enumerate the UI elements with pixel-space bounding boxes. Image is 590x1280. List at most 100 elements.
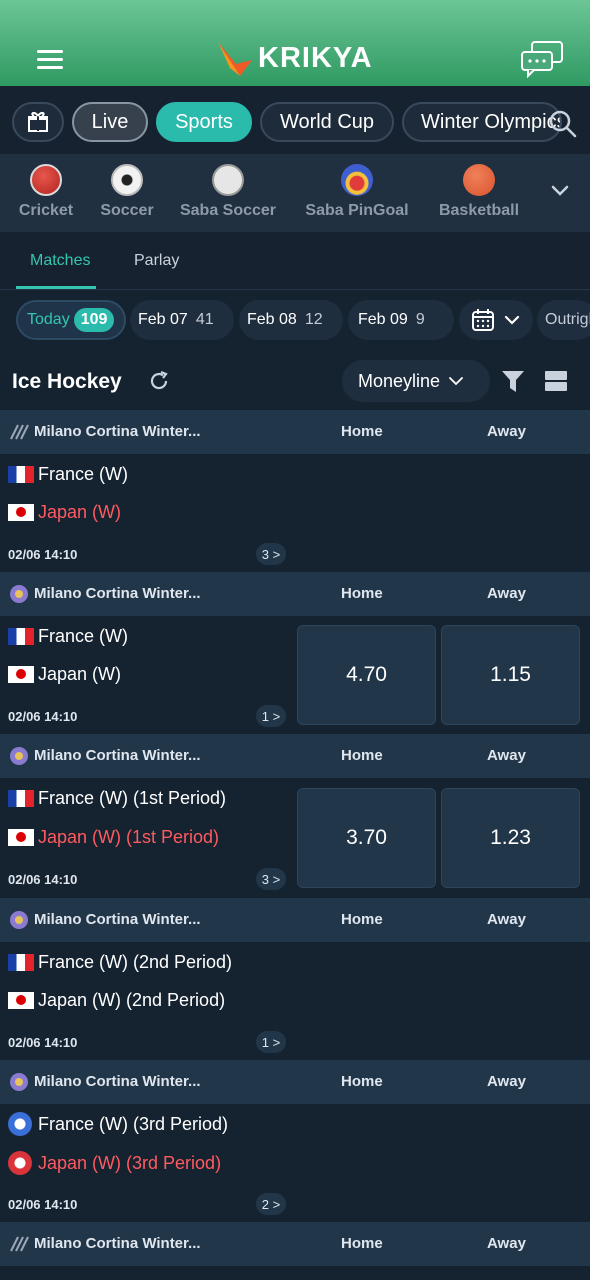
match-header: Milano Cortina Winter... Home Away [0,1222,590,1266]
league-name[interactable]: Milano Cortina Winter... [34,911,201,928]
team-name: France (W) (2nd Period) [38,952,233,972]
france-flag-icon [8,628,34,645]
date-outright[interactable]: Outright [537,300,590,340]
brand-logo[interactable]: KRIKYA [214,38,373,78]
date-today[interactable]: Today 109 [16,300,126,340]
home-column-label: Home [341,585,383,602]
match-card: Milano Cortina Winter... Home Away Franc… [0,734,590,898]
league-name[interactable]: Milano Cortina Winter... [34,585,201,602]
match-header: Milano Cortina Winter... Home Away [0,898,590,942]
date-feb-09[interactable]: Feb 09 9 [348,300,454,340]
date-feb-07[interactable]: Feb 07 41 [130,300,234,340]
sport-basketball[interactable]: Basketball [434,164,524,220]
more-markets-button[interactable]: 1 > [256,705,286,727]
home-column-label: Home [341,911,383,928]
home-odds-button[interactable]: 4.70 [297,625,436,725]
category-winter-olympics[interactable]: Winter Olympics [402,102,562,142]
sport-section-header: Ice Hockey Moneyline [0,350,590,410]
soccer-ball-icon [111,164,143,196]
home-team: France (W) (1st Period) [8,788,226,809]
date-feb-08[interactable]: Feb 08 12 [239,300,343,340]
home-column-label: Home [341,747,383,764]
date-label: Feb 09 [358,311,408,328]
match-body[interactable]: France (W) Japan (W) 02/06 14:10 1 > 4.7… [0,616,590,734]
sport-saba-soccer[interactable]: Saba Soccer [178,164,278,220]
sport-label: Soccer [100,202,154,219]
away-team: Japan (W) (1st Period) [8,827,219,848]
calendar-picker[interactable] [459,300,533,340]
match-body[interactable]: France (W) (1st Period) Japan (W) (1st P… [0,778,590,898]
home-team: France (W) [8,464,128,485]
team-name: France (W) (3rd Period) [38,1113,229,1134]
team-name: France (W) [38,626,128,646]
more-markets-button[interactable]: 3 > [256,543,286,565]
match-body[interactable]: France (W) (2nd Period) Japan (W) (2nd P… [0,942,590,1060]
match-body[interactable]: France (W) Japan (W) 02/06 14:10 3 > [0,454,590,572]
basketball-icon [463,164,495,196]
away-column-label: Away [487,911,526,928]
match-card: Milano Cortina Winter... Home Away Franc… [0,1060,590,1222]
france-flag-icon [8,790,34,807]
match-time: 02/06 14:10 [8,709,78,724]
market-label: Moneyline [358,370,441,391]
home-column-label: Home [341,1235,383,1252]
league-name[interactable]: Milano Cortina Winter... [34,1073,201,1090]
home-team: France (W) (2nd Period) [8,952,232,973]
match-time: 02/06 14:10 [8,872,78,887]
tournament-logo-icon [10,911,28,929]
sport-soccer[interactable]: Soccer [98,164,156,220]
menu-icon[interactable] [37,50,63,69]
match-card: Milano Cortina Winter... Home Away Franc… [0,572,590,734]
category-world-cup[interactable]: World Cup [260,102,394,142]
home-team: France (W) (3rd Period) [8,1112,228,1136]
gift-icon [28,111,48,132]
date-count: 109 [73,308,115,332]
search-icon[interactable] [547,108,577,138]
match-header: Milano Cortina Winter... Home Away [0,1060,590,1104]
away-column-label: Away [487,585,526,602]
chevron-down-icon [504,315,520,325]
home-team: France (W) [8,626,128,647]
match-time: 02/06 14:10 [8,1035,78,1050]
league-name[interactable]: Milano Cortina Winter... [34,747,201,764]
match-body[interactable]: France (W) (3rd Period) Japan (W) (3rd P… [0,1104,590,1222]
date-count: 41 [195,311,214,328]
market-dropdown[interactable]: Moneyline [342,360,490,402]
section-title: Ice Hockey [12,370,122,393]
category-live[interactable]: Live [72,102,148,142]
team-name: Japan (W) (1st Period) [38,827,220,847]
home-odds-button[interactable]: 3.70 [297,788,436,888]
team-name: Japan (W) (3rd Period) [38,1152,222,1173]
promotions-button[interactable] [12,102,64,142]
sport-saba-pingoal[interactable]: Saba PinGoal [302,164,412,220]
away-odds-button[interactable]: 1.23 [441,788,580,888]
top-header: KRIKYA [0,0,590,86]
category-sports[interactable]: Sports [156,102,252,142]
filter-icon[interactable] [500,368,526,394]
match-time: 02/06 14:10 [8,1197,78,1212]
league-name[interactable]: Milano Cortina Winter... [34,423,201,440]
away-column-label: Away [487,1235,526,1252]
refresh-icon[interactable] [148,370,170,392]
japan-flag-icon [8,504,34,521]
date-label: Feb 08 [247,311,297,328]
team-name: France (W) [38,464,128,484]
home-column-label: Home [341,423,383,440]
league-name[interactable]: Milano Cortina Winter... [34,1235,201,1252]
list-view-icon[interactable] [544,369,568,393]
away-odds-button[interactable]: 1.15 [441,625,580,725]
tab-parlay[interactable]: Parlay [134,252,179,270]
chat-icon[interactable] [520,40,564,78]
japan-flag-icon [8,666,34,683]
tournament-logo-icon [10,1073,28,1091]
away-column-label: Away [487,747,526,764]
tab-matches[interactable]: Matches [30,252,90,270]
more-markets-button[interactable]: 3 > [256,868,286,890]
sport-cricket[interactable]: Cricket [16,164,76,220]
cricket-ball-icon [30,164,62,196]
category-bar: Live Sports World Cup Winter Olympics [0,86,590,154]
sport-selector: Cricket Soccer Saba Soccer Saba PinGoal … [0,154,590,232]
more-markets-button[interactable]: 1 > [256,1031,286,1053]
more-markets-button[interactable]: 2 > [256,1193,286,1215]
chevron-down-icon[interactable] [550,180,570,200]
